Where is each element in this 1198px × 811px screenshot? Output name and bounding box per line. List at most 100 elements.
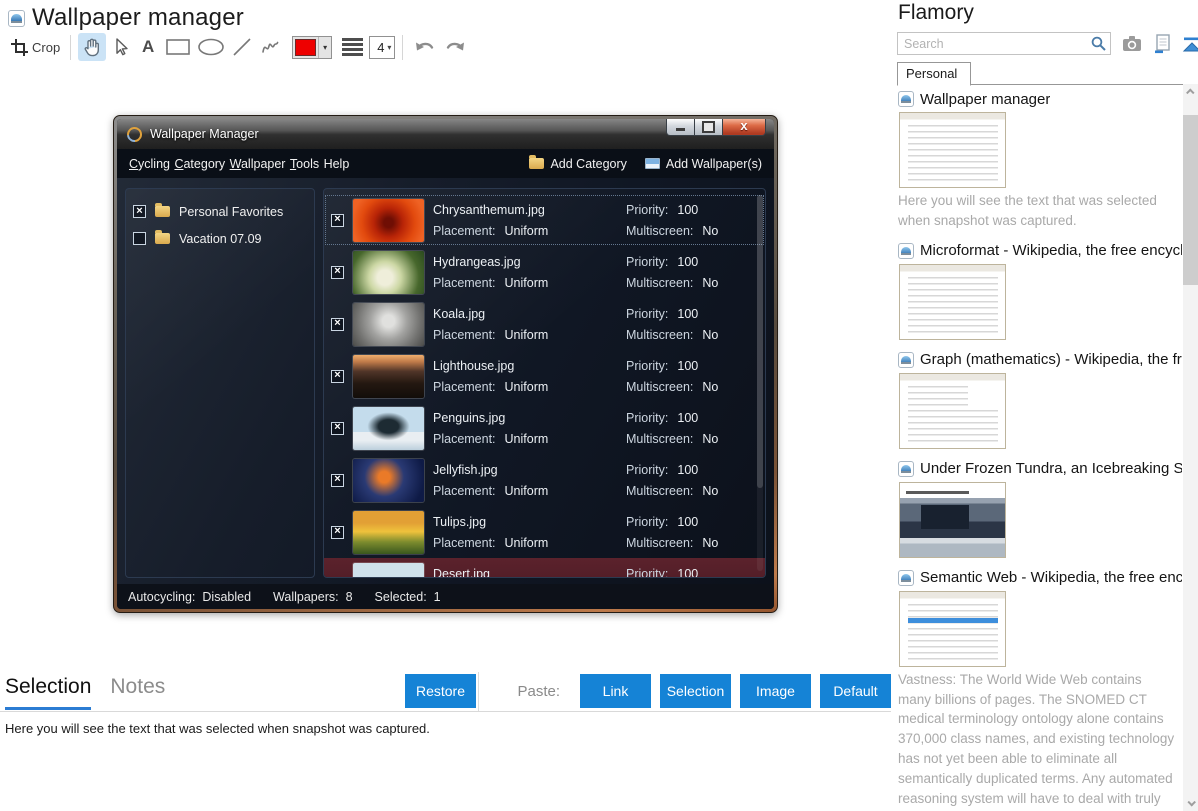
history-item-title[interactable]: Microformat - Wikipedia, the free encycl… xyxy=(920,242,1182,259)
selection-text: Here you will see the text that was sele… xyxy=(5,721,430,736)
history-item[interactable]: Semantic Web - Wikipedia, the free encyc… xyxy=(898,567,1182,811)
category-tree-panel: Personal Favorites Vacation 07.09 xyxy=(125,188,315,578)
crop-button[interactable]: Crop xyxy=(8,33,63,61)
multiscreen-value: No xyxy=(702,483,719,498)
redo-button[interactable] xyxy=(440,33,470,61)
history-item[interactable]: Graph (mathematics) - Wikipedia, the fre… xyxy=(898,349,1182,449)
panel-separator xyxy=(478,672,479,711)
snapshot-detail-panel: Selection Notes Restore Paste: Link Sele… xyxy=(0,672,891,736)
restore-button[interactable]: Restore xyxy=(405,674,476,708)
history-item-thumbnail[interactable] xyxy=(899,112,1006,188)
wallpaper-thumbnail xyxy=(353,354,424,398)
minimize-button xyxy=(666,119,695,136)
close-button xyxy=(723,119,766,136)
wallpaper-thumbnail xyxy=(353,198,424,242)
sidebar-scrollbar[interactable] xyxy=(1183,84,1198,811)
multiscreen-label: Multiscreen: xyxy=(626,379,694,394)
category-name: Vacation 07.09 xyxy=(179,231,262,246)
wallpaper-checkbox xyxy=(331,265,344,279)
history-item-thumbnail[interactable] xyxy=(899,263,1006,340)
line-width-dropdown[interactable]: 4 xyxy=(369,35,396,59)
pan-tool-button[interactable] xyxy=(78,33,107,61)
history-item-thumbnail[interactable] xyxy=(899,372,1006,449)
captured-window-title: Wallpaper Manager xyxy=(150,127,259,141)
menu-item: Tools xyxy=(289,156,320,171)
history-item-title[interactable]: Semantic Web - Wikipedia, the free encyc… xyxy=(920,569,1182,586)
status-field: Selected: 1 xyxy=(375,590,441,604)
text-tool-button[interactable]: A xyxy=(134,33,162,61)
captured-window-body: Personal Favorites Vacation 07.09 xyxy=(117,178,774,584)
paste-option-button[interactable]: Image xyxy=(740,674,811,708)
history-item[interactable]: Wallpaper manager Here you will see the … xyxy=(898,88,1182,231)
paste-option-button[interactable]: Selection xyxy=(660,674,731,708)
wallpaper-row: Tulips.jpg Placement: Uniform Priority: 10… xyxy=(324,506,765,558)
scrollbar-thumb[interactable] xyxy=(1183,115,1198,285)
history-item-title[interactable]: Under Frozen Tundra, an Icebreaking Ship… xyxy=(920,460,1182,477)
priority-label: Priority: xyxy=(626,514,669,529)
history-list: Wallpaper manager Here you will see the … xyxy=(897,85,1182,811)
undo-button[interactable] xyxy=(410,33,440,61)
line-thickness-icon[interactable] xyxy=(342,38,364,56)
search-input[interactable] xyxy=(897,32,1111,55)
tab-personal[interactable]: Personal xyxy=(897,62,972,86)
ellipse-tool-button[interactable] xyxy=(194,33,228,61)
menu-list: Cycling Category Wallpaper Tools Help xyxy=(129,155,349,173)
history-item[interactable]: Microformat - Wikipedia, the free encycl… xyxy=(898,240,1182,340)
select-tool-button[interactable] xyxy=(106,33,134,61)
snapshot-icon xyxy=(8,9,25,27)
tab-selection[interactable]: Selection xyxy=(5,675,92,710)
placement-label: Placement: xyxy=(433,379,496,394)
priority-label: Priority: xyxy=(626,410,669,425)
wallpaper-thumbnail xyxy=(353,250,424,294)
priority-label: Priority: xyxy=(626,566,669,578)
placement-label: Placement: xyxy=(433,535,496,550)
sidebar-tab-bar: Personal xyxy=(897,61,1198,86)
placement-value: Uniform xyxy=(504,327,549,342)
color-picker-button[interactable] xyxy=(292,35,333,59)
captured-statusbar: Autocycling: Disabled Wallpapers: 8 Sele… xyxy=(117,584,774,609)
captured-menubar: Cycling Category Wallpaper Tools Help Ad… xyxy=(117,149,774,178)
scroll-down-arrow[interactable] xyxy=(1183,795,1198,811)
folder-icon xyxy=(529,155,545,169)
snapshot-header: Wallpaper manager xyxy=(8,4,244,32)
history-item-thumbnail[interactable] xyxy=(899,590,1006,667)
tab-notes[interactable]: Notes xyxy=(110,675,165,707)
snapshot-title: Wallpaper manager xyxy=(32,4,244,31)
flamory-sidebar: Flamory Search Personal Wallpaper manage… xyxy=(897,0,1198,811)
wallpaper-row: Hydrangeas.jpg Placement: Uniform Priorit… xyxy=(324,246,765,298)
paste-option-button[interactable]: Link xyxy=(580,674,651,708)
ellipse-icon xyxy=(198,38,224,56)
multiscreen-value: No xyxy=(702,379,719,394)
status-value: 8 xyxy=(345,589,353,604)
paste-option-button[interactable]: Default xyxy=(820,674,891,708)
multiscreen-value: No xyxy=(702,535,719,550)
priority-value: 100 xyxy=(677,358,699,373)
snapshot-view[interactable]: Wallpaper Manager Cycling Category Wallp… xyxy=(113,115,778,613)
wallpaper-thumbnail xyxy=(353,302,424,346)
line-width-value: 4 xyxy=(377,39,385,55)
page-snapshot-button[interactable] xyxy=(1153,33,1171,55)
capture-snapshot-button[interactable] xyxy=(1122,33,1142,55)
menu-item: Cycling xyxy=(129,156,170,171)
freehand-tool-button[interactable] xyxy=(256,33,284,61)
multiscreen-label: Multiscreen: xyxy=(626,327,694,342)
dock-panel-button[interactable] xyxy=(1182,33,1198,55)
priority-value: 100 xyxy=(677,410,699,425)
add-category-label: Add Category xyxy=(550,156,627,171)
priority-label: Priority: xyxy=(626,358,669,373)
rectangle-tool-button[interactable] xyxy=(162,33,194,61)
line-tool-button[interactable] xyxy=(228,33,256,61)
history-item[interactable]: Under Frozen Tundra, an Icebreaking Ship… xyxy=(898,458,1182,558)
crop-icon xyxy=(11,39,28,56)
wallpaper-thumbnail xyxy=(353,406,424,450)
multiscreen-value: No xyxy=(702,275,719,290)
scroll-up-arrow[interactable] xyxy=(1183,84,1198,100)
history-item-thumbnail[interactable] xyxy=(899,481,1006,558)
status-label: Autocycling: xyxy=(128,589,196,604)
wallpaper-name: Hydrangeas.jpg xyxy=(433,254,521,269)
history-item-snippet: Here you will see the text that was sele… xyxy=(898,193,1157,228)
search-icon[interactable] xyxy=(1090,35,1107,52)
color-dropdown-caret[interactable] xyxy=(318,36,331,58)
history-item-title[interactable]: Graph (mathematics) - Wikipedia, the fre… xyxy=(920,351,1182,368)
history-item-title[interactable]: Wallpaper manager xyxy=(920,91,1050,108)
